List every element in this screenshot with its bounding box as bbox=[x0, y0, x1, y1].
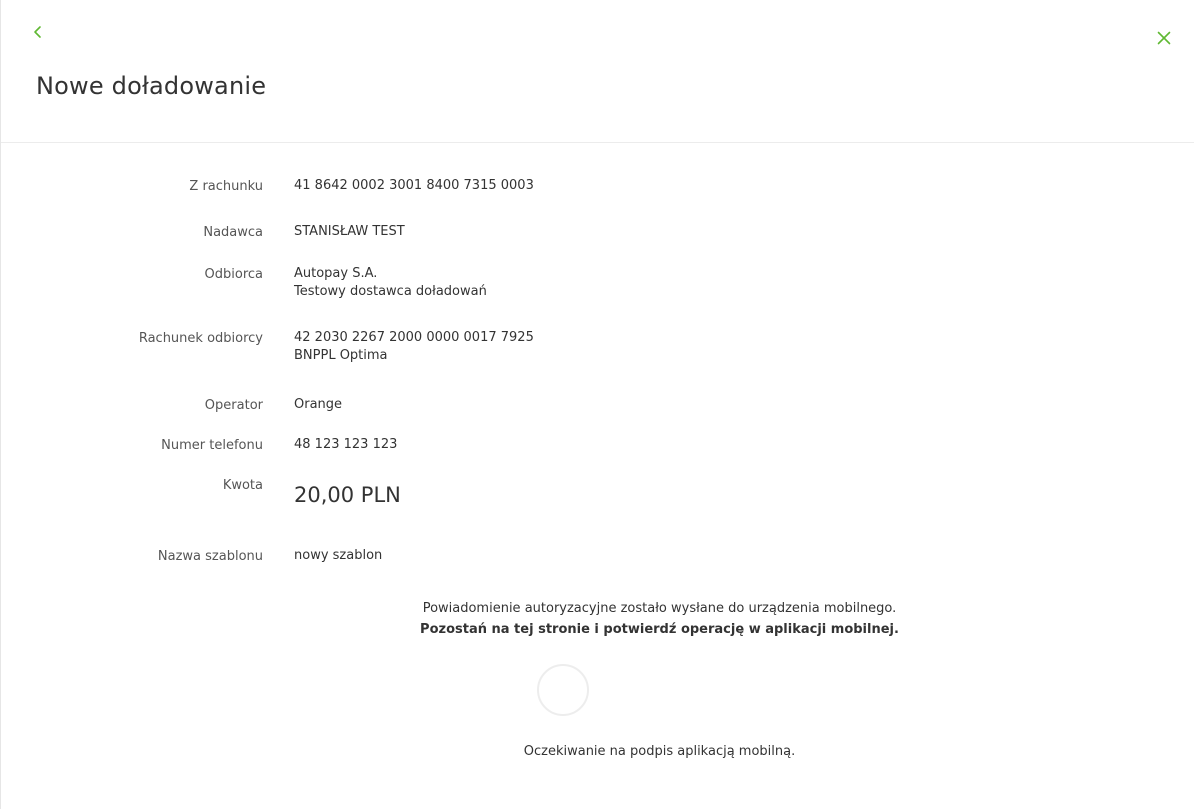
template-name-label: Nazwa szablonu bbox=[157, 549, 263, 564]
amount-value: 20,00 PLN bbox=[294, 483, 401, 507]
authorization-notice-text: Powiadomienie autoryzacyjne zostało wysł… bbox=[422, 601, 897, 616]
from-account-value: 41 8642 0002 3001 8400 7315 0003 bbox=[294, 178, 534, 193]
operator-value: Orange bbox=[294, 397, 343, 412]
detail-row-recipient: Odbiorca Autopay S.A. Testowy dostawca d… bbox=[1, 265, 1194, 329]
template-name-value: nowy szablon bbox=[294, 548, 383, 563]
detail-row-sender: Nadawca STANISŁAW TEST bbox=[1, 223, 1194, 265]
phone-value: 48 123 123 123 bbox=[294, 437, 398, 452]
authorization-notice-instruction: Pozostań na tej stronie i potwierdź oper… bbox=[420, 622, 899, 637]
sender-label: Nadawca bbox=[203, 225, 263, 240]
close-icon bbox=[1157, 31, 1171, 45]
recipient-bank-name: BNPPL Optima bbox=[294, 348, 388, 363]
waiting-status: Oczekiwanie na podpis aplikacją mobilną. bbox=[523, 744, 796, 759]
transfer-details: Z rachunku 41 8642 0002 3001 8400 7315 0… bbox=[1, 177, 1194, 587]
detail-row-from-account: Z rachunku 41 8642 0002 3001 8400 7315 0… bbox=[1, 177, 1194, 223]
detail-row-phone: Numer telefonu 48 123 123 123 bbox=[1, 436, 1194, 476]
loading-spinner bbox=[537, 664, 589, 716]
detail-row-template-name: Nazwa szablonu nowy szablon bbox=[1, 547, 1194, 587]
back-button[interactable] bbox=[31, 24, 45, 40]
recipient-account-value: 42 2030 2267 2000 0000 0017 7925 BNPPL O… bbox=[294, 329, 534, 365]
recipient-label: Odbiorca bbox=[204, 267, 263, 282]
sender-value: STANISŁAW TEST bbox=[294, 224, 405, 239]
detail-row-amount: Kwota 20,00 PLN bbox=[1, 476, 1194, 547]
recipient-account-number: 42 2030 2267 2000 0000 0017 7925 bbox=[294, 330, 534, 345]
detail-row-recipient-account: Rachunek odbiorcy 42 2030 2267 2000 0000… bbox=[1, 329, 1194, 396]
page: Nowe doładowanie Z rachunku 41 8642 0002… bbox=[0, 0, 1194, 809]
chevron-left-icon bbox=[34, 26, 41, 38]
authorization-notice: Powiadomienie autoryzacyjne zostało wysł… bbox=[1, 598, 1194, 640]
header-divider bbox=[1, 142, 1194, 143]
from-account-label: Z rachunku bbox=[189, 179, 263, 194]
operator-label: Operator bbox=[204, 398, 263, 413]
phone-label: Numer telefonu bbox=[161, 438, 263, 453]
recipient-description: Testowy dostawca doładowań bbox=[294, 284, 487, 299]
recipient-value: Autopay S.A. Testowy dostawca doładowań bbox=[294, 265, 487, 301]
page-title: Nowe doładowanie bbox=[36, 72, 267, 100]
recipient-account-label: Rachunek odbiorcy bbox=[138, 331, 263, 346]
recipient-name: Autopay S.A. bbox=[294, 266, 378, 281]
close-button[interactable] bbox=[1156, 30, 1172, 46]
amount-label: Kwota bbox=[222, 478, 263, 493]
detail-row-operator: Operator Orange bbox=[1, 396, 1194, 436]
